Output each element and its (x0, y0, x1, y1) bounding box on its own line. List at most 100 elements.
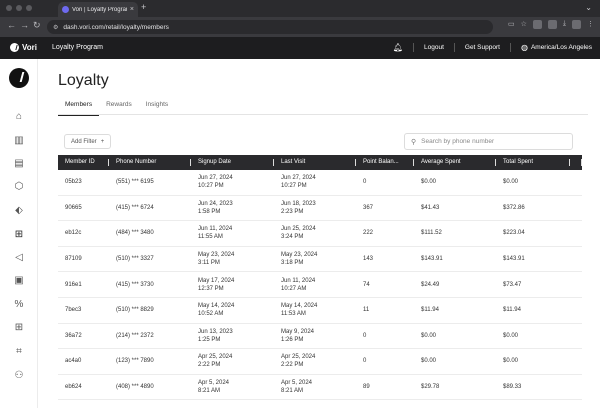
forward-arrow-icon[interactable]: → (20, 21, 29, 30)
address-bar[interactable]: ⚙ dash.vori.com/retail/loyalty/members (47, 20, 493, 34)
timezone-selector[interactable]: ◍ America/Los Angeles (521, 43, 592, 52)
search-icon: ⚲ (411, 138, 417, 146)
tab-search-icon[interactable]: ⌄ (585, 3, 592, 12)
last-visit-day: Jun 11, 2024 (281, 277, 316, 284)
tab-close-icon[interactable]: × (130, 6, 134, 13)
get-support-button[interactable]: Get Support (465, 44, 500, 51)
browser-tab[interactable]: Vori | Loyalty Program × (58, 2, 138, 17)
add-filter-button[interactable]: Add Filter + (64, 134, 112, 149)
signup-date: Apr 25, 2024 2:22 PM (191, 353, 274, 369)
menu-dots-icon[interactable]: ⋮ (587, 20, 594, 29)
table-row[interactable]: Apr 1, 2024Jun 13, 2024 (58, 400, 582, 408)
logout-button[interactable]: Logout (424, 44, 444, 51)
table-row[interactable]: 90665 (415) *** 6724 Jun 24, 2023 1:58 PM Ju… (58, 196, 582, 222)
tab-insights[interactable]: Insights (139, 99, 175, 115)
browser-actions: ▭ ☆ ⤓ ⋮ (508, 20, 594, 29)
signup-date-time: 8:21 AM (198, 388, 221, 395)
bell-icon[interactable]: 🔔︎ (393, 43, 403, 52)
maximize-window-button[interactable] (26, 5, 32, 11)
column-header-more[interactable] (570, 155, 582, 170)
minimize-window-button[interactable] (16, 5, 22, 11)
percent-icon[interactable]: % (13, 299, 25, 311)
average-spent: $0.00 (421, 179, 437, 186)
site-info-icon[interactable]: ⚙ (53, 24, 58, 31)
gift-icon[interactable]: ⊞ (9, 226, 29, 244)
column-header-member-id[interactable]: Member ID (58, 155, 109, 170)
signup-date: May 17, 2024 12:37 PM (191, 277, 274, 293)
member-id: 87109 (65, 256, 82, 263)
tab-rewards[interactable]: Rewards (99, 99, 139, 115)
extension-icon[interactable] (532, 20, 542, 29)
back-arrow-icon[interactable]: ← (7, 21, 16, 30)
member-id: eb624 (65, 384, 82, 391)
table-row[interactable]: eb12c (484) *** 3480 Jun 11, 2024 11:55 AM J… (58, 221, 582, 247)
table-body: 05b23 (551) *** 6195 Jun 27, 2024 10:27 PM J… (58, 170, 582, 408)
bookmark-star-icon[interactable]: ☆ (521, 20, 527, 29)
receipt-icon[interactable]: ▤ (13, 158, 25, 170)
table-row[interactable]: 36a72 (214) *** 2372 Jun 13, 2023 1:25 PM Ma… (58, 324, 582, 350)
extension-icon[interactable] (547, 20, 557, 29)
new-tab-button[interactable]: + (141, 3, 146, 12)
signup-date-day: Jun 13, 2023 (198, 328, 233, 335)
signup-date-time: 2:22 PM (198, 362, 221, 369)
sidebar: ⌂ ▥ ▤ ⬡ ⬖ ⊞ ◁ ▣ % ⊞ ⌗ ⚇ (0, 59, 38, 408)
last-visit-time: 11:53 AM (281, 311, 306, 318)
average-spent: $0.00 (421, 358, 437, 365)
users-icon[interactable]: ⚇ (13, 370, 25, 382)
average-spent: $24.49 (421, 281, 440, 288)
signup-date-time: 10:27 PM (198, 183, 224, 190)
reload-icon[interactable]: ↻ (33, 21, 41, 30)
megaphone-icon[interactable]: ◁ (13, 252, 25, 264)
download-icon[interactable]: ⤓ (563, 20, 566, 29)
table-row[interactable]: 87109 (510) *** 3327 May 23, 2024 3:11 PM Ma… (58, 247, 582, 273)
last-visit: Apr 5, 2024 8:21 AM (274, 379, 356, 395)
home-icon[interactable]: ⌂ (13, 111, 25, 123)
column-header-total-spent[interactable]: Total Spent (496, 155, 570, 170)
close-window-button[interactable] (6, 5, 12, 11)
average-spent: $143.91 (421, 256, 443, 263)
last-visit-time: 3:24 PM (281, 234, 304, 241)
point-balance: 74 (363, 281, 370, 288)
tab-bar: Members Rewards Insights (58, 99, 588, 116)
table-row[interactable]: 916e1 (415) *** 3730 May 17, 2024 12:37 PM J… (58, 272, 582, 298)
total-spent: $223.04 (503, 230, 525, 237)
profile-icon[interactable] (572, 20, 581, 29)
last-visit-time: 3:18 PM (281, 260, 304, 267)
box-icon[interactable]: ⬡ (13, 181, 25, 193)
signup-date-time: 1:25 PM (198, 336, 221, 343)
column-header-signup-date[interactable]: Signup Date (191, 155, 274, 170)
favicon-icon (62, 6, 69, 13)
truck-icon[interactable]: ▣ (13, 275, 25, 287)
last-visit-day: Apr 25, 2024 (281, 354, 316, 361)
signup-date-day: May 23, 2024 (198, 252, 235, 259)
table-row[interactable]: 7bec3 (510) *** 8829 May 14, 2024 10:52 AM M… (58, 298, 582, 324)
tab-members[interactable]: Members (58, 99, 100, 116)
column-header-average-spent[interactable]: Average Spent (414, 155, 496, 170)
cast-icon[interactable]: ▭ (508, 20, 515, 29)
signup-date-day: May 14, 2024 (198, 303, 235, 310)
signup-date: Jun 27, 2024 10:27 PM (191, 174, 274, 190)
table-row[interactable]: ac4a0 (123) *** 7890 Apr 25, 2024 2:22 PM Ap… (58, 349, 582, 375)
point-balance: 367 (363, 204, 374, 211)
column-header-phone[interactable]: Phone Number (109, 155, 191, 170)
column-header-last-visit[interactable]: Last Visit (274, 155, 356, 170)
app-name: Loyalty Program (52, 44, 103, 51)
signup-date-time: 12:37 PM (198, 285, 224, 292)
vori-logo-icon[interactable] (9, 68, 29, 88)
vori-logo[interactable]: Vori (10, 43, 37, 52)
signup-date-time: 1:58 PM (198, 208, 221, 215)
page-title: Loyalty (58, 72, 109, 89)
screen: Vori | Loyalty Program × + ⌄ ← → ↻ ⚙ das… (0, 0, 600, 408)
tag-icon[interactable]: ⬖ (13, 205, 25, 217)
column-header-point-balance[interactable]: Point Balan... (356, 155, 414, 170)
table-row[interactable]: eb624 (408) *** 4890 Apr 5, 2024 8:21 AM Apr… (58, 375, 582, 401)
grid-icon[interactable]: ⊞ (13, 322, 25, 334)
search-input[interactable] (421, 138, 562, 145)
signup-date-day: Apr 25, 2024 (198, 354, 233, 361)
scan-icon[interactable]: ⌗ (13, 346, 25, 358)
chart-icon[interactable]: ▥ (13, 135, 25, 147)
last-visit-day: Jun 27, 2024 (281, 175, 316, 182)
url-text: dash.vori.com/retail/loyalty/members (63, 23, 169, 31)
table-row[interactable]: 05b23 (551) *** 6195 Jun 27, 2024 10:27 PM J… (58, 170, 582, 196)
last-visit-time: 1:26 PM (281, 336, 304, 343)
